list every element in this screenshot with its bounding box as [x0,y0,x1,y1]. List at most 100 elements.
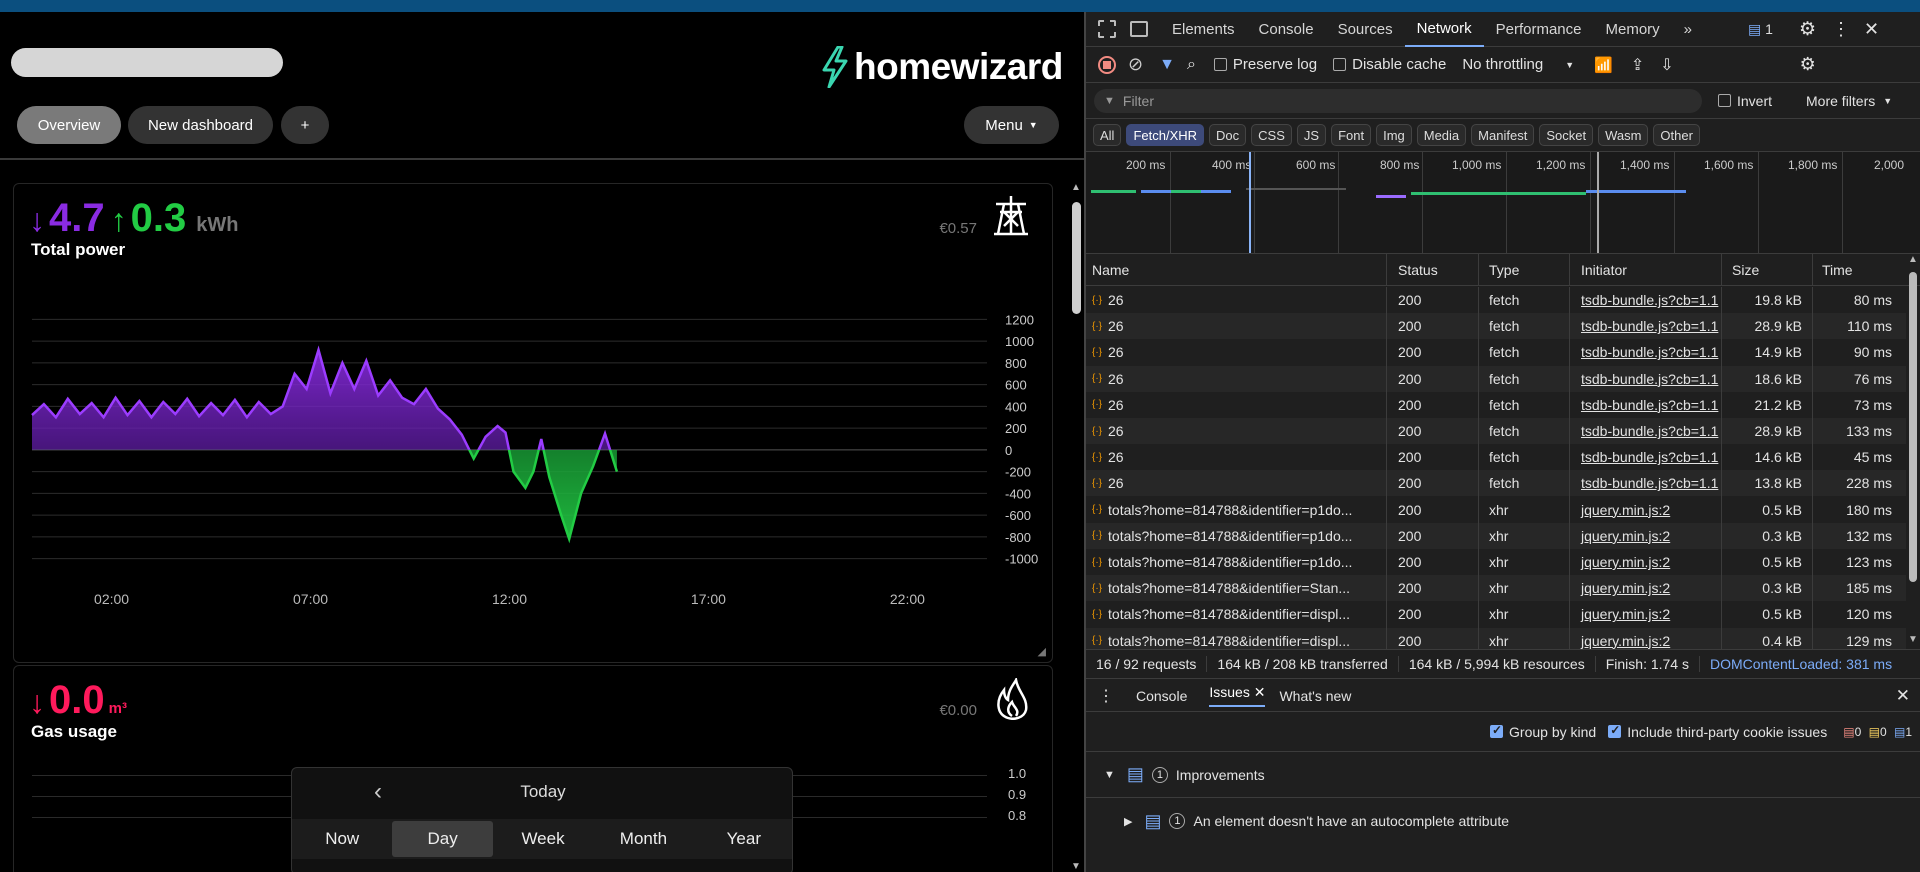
type-manifest[interactable]: Manifest [1471,124,1535,146]
add-dashboard-button[interactable]: + [281,106,329,144]
request-row[interactable]: {·} 26 200 fetch tsdb-bundle.js?cb=1.1 13.8 k… [1086,470,1906,497]
clear-icon[interactable]: ⊘ [1128,54,1143,75]
tab-sources[interactable]: Sources [1326,12,1405,47]
type-css[interactable]: CSS [1251,124,1292,146]
col-name[interactable]: Name [1086,257,1386,283]
type-img[interactable]: Img [1376,124,1412,146]
request-initiator[interactable]: jquery.min.js:2 [1575,523,1721,549]
close-devtools-icon[interactable]: ✕ [1864,19,1879,40]
scroll-down-arrow[interactable]: ▼ [1071,861,1081,872]
period-now[interactable]: Now [292,819,392,859]
request-initiator[interactable]: tsdb-bundle.js?cb=1.1 [1575,392,1721,418]
request-row[interactable]: {·} totals?home=814788&identifier=Stan...… [1086,575,1906,602]
third-party-box[interactable] [1608,723,1622,738]
tab-memory[interactable]: Memory [1594,12,1672,47]
request-initiator[interactable]: tsdb-bundle.js?cb=1.1 [1575,444,1721,470]
issue-row[interactable]: ▶ ▤ 1 An element doesn't have an autocom… [1086,798,1920,844]
total-power-card[interactable]: ↓ 4.7 ↑ 0.3 kWh Total power €0.57 1200 10… [13,183,1053,663]
scroll-down-arrow[interactable]: ▼ [1908,634,1918,645]
tab-performance[interactable]: Performance [1484,12,1594,47]
device-toolbar-icon[interactable] [1130,21,1148,37]
period-week[interactable]: Week [493,819,593,859]
request-row[interactable]: {·} 26 200 fetch tsdb-bundle.js?cb=1.1 28.9 k… [1086,418,1906,444]
network-conditions-icon[interactable]: 📶 [1594,56,1613,74]
expand-caret-icon[interactable]: ▶ [1124,815,1132,828]
close-issues-tab-icon[interactable]: ✕ [1254,684,1266,700]
type-other[interactable]: Other [1653,124,1700,146]
network-overview-timeline[interactable]: 200 ms 400 ms 600 ms 800 ms 1,000 ms 1,2… [1086,152,1920,254]
request-row[interactable]: {·} 26 200 fetch tsdb-bundle.js?cb=1.1 28.9 k… [1086,313,1906,340]
invert-checkbox[interactable]: Invert [1718,93,1772,109]
scroll-up-arrow[interactable]: ▲ [1904,254,1920,265]
menu-button[interactable]: Menu ▼ [964,106,1059,144]
request-initiator[interactable]: tsdb-bundle.js?cb=1.1 [1575,287,1721,313]
close-drawer-icon[interactable]: ✕ [1896,686,1910,706]
record-stop-icon[interactable] [1098,55,1116,74]
disable-cache-checkbox[interactable]: Disable cache [1333,56,1446,73]
col-status[interactable]: Status [1392,257,1478,283]
preserve-log-checkbox[interactable]: Preserve log [1213,56,1317,73]
request-initiator[interactable]: jquery.min.js:2 [1575,549,1721,575]
request-row[interactable]: {·} totals?home=814788&identifier=displ..… [1086,601,1906,627]
issues-counter[interactable]: ▤ 1 [1748,21,1773,38]
inspect-element-icon[interactable] [1098,20,1116,38]
resize-handle-icon[interactable]: ◢ [1038,645,1046,658]
type-doc[interactable]: Doc [1209,124,1247,146]
request-initiator[interactable]: jquery.min.js:2 [1575,601,1721,627]
scroll-thumb[interactable] [1909,272,1917,582]
disable-cache-box[interactable] [1333,58,1347,71]
type-fetch-xhr[interactable]: Fetch/XHR [1126,124,1205,146]
request-initiator[interactable]: jquery.min.js:2 [1575,575,1721,601]
tab-elements[interactable]: Elements [1160,12,1247,47]
overview-button[interactable]: Overview [17,106,121,144]
tab-console[interactable]: Console [1247,12,1326,47]
type-font[interactable]: Font [1331,124,1372,146]
request-row[interactable]: {·} totals?home=814788&identifier=p1do...… [1086,549,1906,575]
drawer-menu-icon[interactable]: ⋮ [1098,686,1114,706]
request-initiator[interactable]: tsdb-bundle.js?cb=1.1 [1575,366,1721,392]
scroll-thumb[interactable] [1072,202,1081,314]
request-row[interactable]: {·} totals?home=814788&identifier=displ..… [1086,627,1906,649]
col-time[interactable]: Time [1816,257,1902,283]
drawer-tab-issues[interactable]: Issues ✕ [1209,684,1266,707]
tab-network[interactable]: Network [1404,12,1484,47]
filter-input[interactable]: ▼ Filter [1094,88,1702,113]
kebab-menu-icon[interactable]: ⋮ [1832,19,1850,40]
throttling-select[interactable]: No throttling ▼ [1462,56,1574,73]
page-scrollbar[interactable]: ▲ ▼ [1068,182,1084,872]
request-initiator[interactable]: jquery.min.js:2 [1575,497,1721,523]
request-row[interactable]: {·} 26 200 fetch tsdb-bundle.js?cb=1.1 18.6 k… [1086,365,1906,392]
request-row[interactable]: {·} totals?home=814788&identifier=p1do...… [1086,497,1906,523]
network-settings-icon[interactable]: ⚙ [1800,54,1816,75]
expand-caret-icon[interactable]: ▼ [1104,769,1115,781]
table-scrollbar[interactable]: ▲ ▼ [1904,254,1920,649]
request-row[interactable]: {·} totals?home=814788&identifier=p1do...… [1086,522,1906,549]
period-day[interactable]: Day [392,821,493,857]
export-har-icon[interactable]: ⇩ [1660,55,1673,75]
invert-box[interactable] [1718,94,1731,107]
col-initiator[interactable]: Initiator [1575,257,1721,283]
request-initiator[interactable]: jquery.min.js:2 [1575,628,1721,649]
request-row[interactable]: {·} 26 200 fetch tsdb-bundle.js?cb=1.1 19.8 k… [1086,287,1906,313]
type-wasm[interactable]: Wasm [1598,124,1649,146]
request-row[interactable]: {·} 26 200 fetch tsdb-bundle.js?cb=1.1 21.2 k… [1086,392,1906,418]
type-media[interactable]: Media [1416,124,1467,146]
filter-funnel-icon[interactable]: ▼ [1159,56,1175,74]
type-js[interactable]: JS [1296,124,1327,146]
period-year[interactable]: Year [694,819,792,859]
group-by-kind-checkbox[interactable]: Group by kind [1490,723,1596,740]
request-row[interactable]: {·} 26 200 fetch tsdb-bundle.js?cb=1.1 14.9 k… [1086,339,1906,365]
col-size[interactable]: Size [1726,257,1812,283]
more-tabs-button[interactable]: » [1672,12,1704,47]
drawer-tab-whats-new[interactable]: What's new [1279,688,1351,704]
period-month[interactable]: Month [593,819,693,859]
type-all[interactable]: All [1093,124,1122,146]
third-party-checkbox[interactable]: Include third-party cookie issues [1608,723,1827,740]
request-row[interactable]: {·} 26 200 fetch tsdb-bundle.js?cb=1.1 14.6 k… [1086,444,1906,470]
power-chart[interactable]: 1200 1000 800 600 400 200 0 -200 -400 -600 -800 -10… [14,294,1052,663]
scroll-up-arrow[interactable]: ▲ [1068,182,1084,193]
group-by-kind-box[interactable] [1490,723,1504,738]
request-initiator[interactable]: tsdb-bundle.js?cb=1.1 [1575,339,1721,365]
issue-group-improvements[interactable]: ▼ ▤ 1 Improvements [1086,752,1920,798]
more-filters-dropdown[interactable]: More filters ▼ [1806,93,1892,109]
